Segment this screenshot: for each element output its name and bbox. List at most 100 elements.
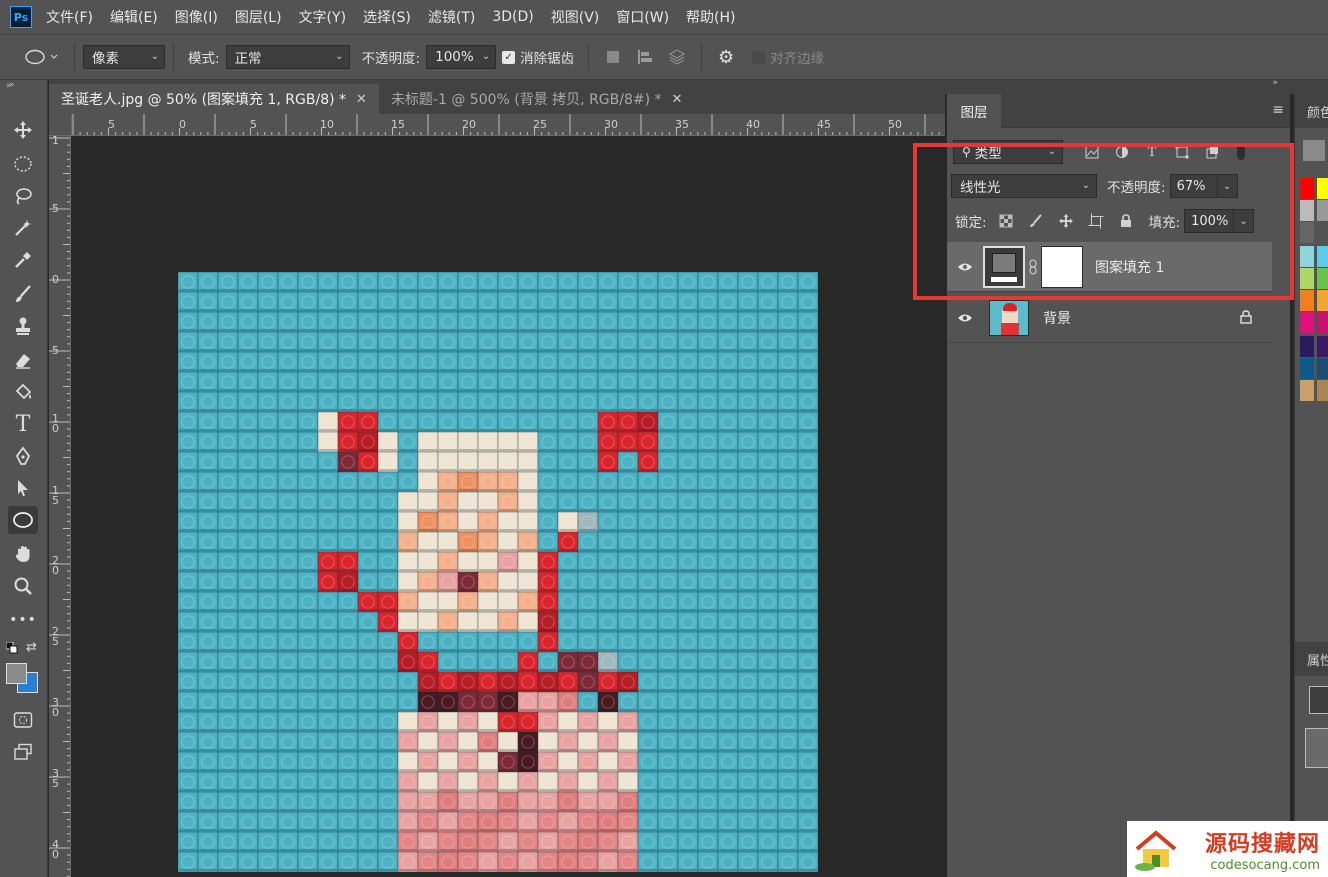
color-swatch[interactable] — [1300, 312, 1314, 333]
collapse-chevron-icon[interactable]: » — [1272, 78, 1278, 88]
tab-properties[interactable]: 属性 — [1295, 642, 1328, 676]
pen-tool-icon[interactable] — [8, 442, 38, 470]
mosaic-tile — [617, 571, 639, 593]
hand-tool-icon[interactable] — [8, 540, 38, 568]
color-swatch[interactable] — [1300, 178, 1314, 199]
mosaic-tile — [257, 671, 279, 693]
mosaic-tile — [178, 351, 199, 373]
mosaic-tile — [577, 272, 599, 293]
layer-row-background[interactable]: 背景 — [947, 293, 1272, 343]
mosaic-tile — [217, 411, 239, 433]
align-edges-checkbox[interactable] — [752, 50, 766, 64]
opacity-input[interactable]: 100% ⌄ — [426, 45, 497, 69]
color-swatch[interactable] — [1300, 200, 1314, 221]
mosaic-tile — [697, 451, 719, 473]
vertical-ruler[interactable]: 1 5 0 5 1 0 1 5 2 0 2 5 3 0 3 5 4 0 — [49, 136, 71, 877]
color-swatch[interactable] — [1317, 200, 1328, 221]
close-icon[interactable]: ✕ — [356, 92, 367, 107]
path-arrangement-icon[interactable] — [665, 45, 689, 69]
menu-help[interactable]: 帮助(H) — [686, 7, 735, 27]
move-tool-icon[interactable] — [8, 116, 38, 144]
menu-3d[interactable]: 3D(D) — [492, 9, 533, 25]
color-swatch[interactable] — [1317, 246, 1328, 267]
more-tools-icon[interactable]: ••• — [8, 606, 38, 634]
eyedropper-tool-icon[interactable] — [8, 246, 38, 274]
menu-window[interactable]: 窗口(W) — [616, 7, 669, 27]
zoom-tool-icon[interactable] — [8, 572, 38, 600]
properties-mask-icon[interactable] — [1309, 686, 1328, 714]
color-swatch[interactable] — [1317, 268, 1328, 289]
stamp-tool-icon[interactable] — [8, 312, 38, 340]
menu-view[interactable]: 视图(V) — [551, 7, 600, 27]
color-swatch[interactable] — [1300, 358, 1314, 379]
mosaic-tile — [557, 631, 579, 653]
horizontal-ruler[interactable]: 5 0 5 10 15 20 25 30 35 40 45 50 — [72, 114, 945, 136]
visibility-eye-icon[interactable] — [947, 313, 983, 323]
tab-santa-document[interactable]: 圣诞老人.jpg @ 50% (图案填充 1, RGB/8) * ✕ — [49, 84, 379, 114]
color-swatch[interactable] — [1317, 380, 1328, 401]
properties-fill-icon[interactable] — [1305, 728, 1328, 768]
background-thumbnail[interactable] — [989, 299, 1029, 336]
path-selection-tool-icon[interactable] — [8, 474, 38, 502]
panel-menu-icon[interactable]: ≡ — [1272, 102, 1284, 118]
mosaic-tile — [737, 771, 759, 793]
current-color-swatch[interactable] — [1303, 140, 1325, 161]
mosaic-tile — [197, 411, 219, 433]
brush-tool-icon[interactable] — [8, 280, 38, 308]
magic-wand-tool-icon[interactable] — [8, 214, 38, 242]
screen-mode-icon[interactable] — [8, 738, 38, 766]
menu-type[interactable]: 文字(Y) — [299, 7, 346, 27]
antialias-checkbox[interactable]: ✓ — [502, 50, 516, 64]
color-swatch[interactable] — [1317, 290, 1328, 311]
color-swatch[interactable] — [1317, 358, 1328, 379]
mosaic-tile — [497, 531, 519, 553]
document-image[interactable] — [178, 272, 818, 872]
blend-mode-select[interactable]: 正常 ⌄ — [225, 45, 350, 69]
shape-mode-select[interactable]: 像素 ⌄ — [83, 45, 165, 69]
mosaic-tile — [317, 751, 339, 773]
eraser-tool-icon[interactable] — [8, 346, 38, 374]
collapse-chevron-icon[interactable]: » — [9, 80, 15, 90]
path-alignment-icon[interactable] — [633, 45, 657, 69]
menu-filter[interactable]: 滤镜(T) — [428, 7, 475, 27]
menu-layer[interactable]: 图层(L) — [235, 7, 282, 27]
ellipse-tool-preset-icon[interactable] — [22, 45, 62, 69]
color-swatch[interactable] — [1317, 336, 1328, 357]
menu-file[interactable]: 文件(F) — [46, 7, 93, 27]
mosaic-tile — [257, 351, 279, 373]
color-swatch[interactable] — [1300, 268, 1314, 289]
default-colors-icon[interactable] — [5, 641, 18, 658]
mosaic-tile — [537, 591, 559, 613]
layer-name[interactable]: 背景 — [1043, 308, 1071, 328]
menu-select[interactable]: 选择(S) — [363, 7, 411, 27]
canvas-area[interactable] — [72, 136, 945, 877]
mosaic-tile — [597, 851, 619, 872]
menu-edit[interactable]: 编辑(E) — [110, 7, 158, 27]
tab-layers[interactable]: 图层 — [947, 94, 1001, 128]
color-swatch[interactable] — [1300, 246, 1314, 267]
paint-bucket-tool-icon[interactable] — [8, 378, 38, 406]
close-icon[interactable]: ✕ — [672, 92, 683, 107]
marquee-tool-icon[interactable] — [8, 150, 38, 178]
lasso-tool-icon[interactable] — [8, 182, 38, 210]
foreground-color-swatch[interactable] — [6, 663, 27, 684]
menu-image[interactable]: 图像(I) — [175, 7, 218, 27]
type-tool-icon[interactable]: T — [8, 410, 38, 438]
swap-colors-icon[interactable]: ⇄ — [26, 640, 37, 655]
color-swatch[interactable] — [1300, 336, 1314, 357]
mosaic-tile — [377, 331, 399, 353]
color-swatch[interactable] — [1300, 222, 1314, 243]
tab-color[interactable]: 颜色 — [1295, 94, 1328, 128]
path-operations-icon[interactable] — [601, 45, 625, 69]
gear-icon[interactable]: ⚙ — [714, 45, 738, 69]
color-swatch[interactable] — [1300, 380, 1314, 401]
color-swatch[interactable] — [1300, 290, 1314, 311]
tab-untitled-document[interactable]: 未标题-1 @ 500% (背景 拷贝, RGB/8#) * ✕ — [378, 84, 695, 114]
ruler-origin[interactable] — [49, 114, 72, 136]
quick-mask-icon[interactable] — [8, 706, 38, 734]
ellipse-tool-icon[interactable] — [8, 506, 38, 534]
color-swatch[interactable] — [1317, 178, 1328, 199]
mosaic-tile — [557, 791, 579, 813]
mosaic-tile — [677, 691, 699, 713]
color-swatch[interactable] — [1317, 312, 1328, 333]
